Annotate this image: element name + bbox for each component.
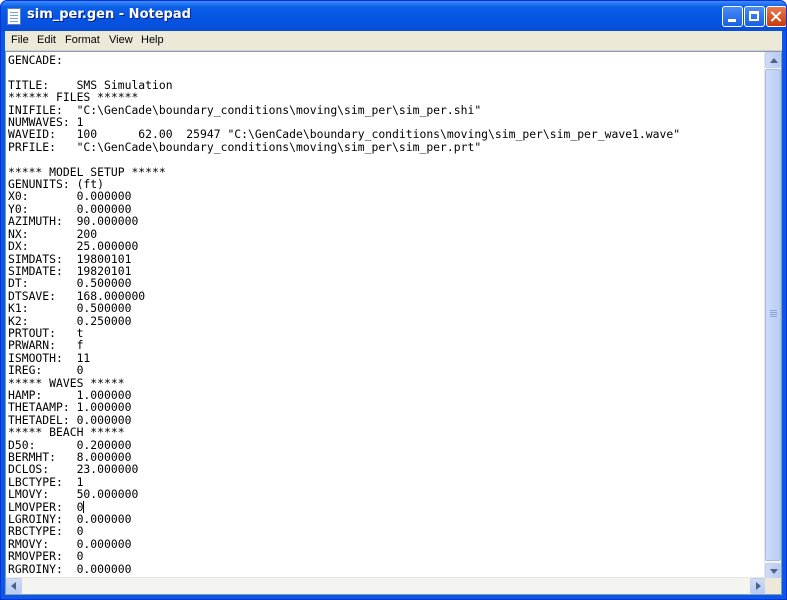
vertical-scrollbar[interactable]	[764, 52, 781, 579]
menu-help[interactable]: Help	[141, 34, 164, 46]
vertical-scroll-thumb[interactable]	[765, 69, 781, 561]
minimize-icon	[728, 19, 736, 22]
arrow-up-icon	[770, 58, 778, 63]
close-button[interactable]	[766, 6, 786, 27]
menu-format[interactable]: Format	[65, 34, 100, 46]
text-before-caret: GENCADE: TITLE: SMS Simulation ****** FI…	[8, 54, 681, 514]
maximize-icon	[749, 11, 759, 21]
scroll-right-button[interactable]	[750, 578, 766, 594]
window-title: sim_per.gen - Notepad	[27, 7, 191, 22]
notepad-icon[interactable]	[7, 8, 21, 25]
scroll-up-button[interactable]	[765, 52, 781, 68]
arrow-right-icon	[756, 582, 761, 590]
arrow-down-icon	[770, 569, 778, 574]
menu-bar: File Edit Format View Help	[5, 31, 782, 51]
close-icon	[767, 7, 786, 26]
minimize-button[interactable]	[722, 6, 743, 27]
title-bar[interactable]: sim_per.gen - Notepad	[1, 1, 786, 31]
menu-edit[interactable]: Edit	[37, 34, 56, 46]
text-after-caret: LGROINY: 0.000000 RBCTYPE: 0 RMOVY: 0.00…	[8, 512, 132, 576]
grip-icon	[770, 310, 777, 311]
editor-area[interactable]: GENCADE: TITLE: SMS Simulation ****** FI…	[5, 51, 782, 595]
text-caret	[83, 500, 85, 513]
file-content: GENCADE: TITLE: SMS Simulation ****** FI…	[8, 54, 766, 575]
maximize-button[interactable]	[744, 6, 765, 27]
menu-file[interactable]: File	[11, 34, 29, 46]
horizontal-scrollbar[interactable]	[6, 577, 766, 594]
scroll-left-button[interactable]	[6, 578, 22, 594]
notepad-window: sim_per.gen - Notepad File Edit Format V…	[0, 0, 787, 600]
scrollbar-corner	[765, 578, 781, 594]
text-editor[interactable]: GENCADE: TITLE: SMS Simulation ****** FI…	[8, 54, 766, 578]
scroll-down-button[interactable]	[765, 563, 781, 579]
arrow-left-icon	[11, 582, 16, 590]
menu-view[interactable]: View	[109, 34, 133, 46]
